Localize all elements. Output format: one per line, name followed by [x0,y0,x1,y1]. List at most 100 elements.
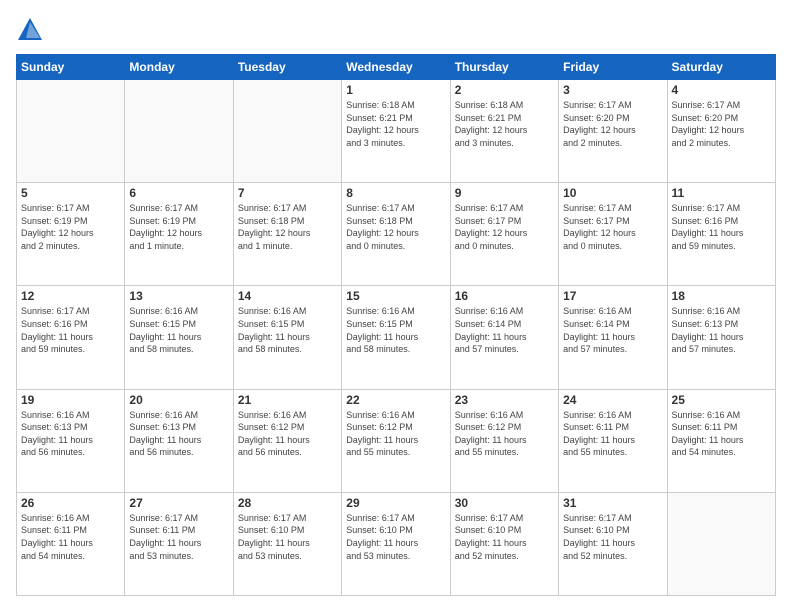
day-number: 26 [21,496,120,510]
calendar-cell: 6 Sunrise: 6:17 AM Sunset: 6:19 PM Daylig… [125,183,233,286]
day-info: Sunrise: 6:16 AM Sunset: 6:12 PM Dayligh… [238,409,337,459]
calendar-cell: 1 Sunrise: 6:18 AM Sunset: 6:21 PM Daylig… [342,80,450,183]
day-number: 6 [129,186,228,200]
day-number: 24 [563,393,662,407]
day-number: 14 [238,289,337,303]
day-number: 3 [563,83,662,97]
calendar-cell: 8Sunrise: 6:17 AM Sunset: 6:18 PM Daylig… [342,183,450,286]
calendar-cell: 29 Sunrise: 6:17 AM Sunset: 6:10 PM Dayli… [342,492,450,595]
calendar-cell: 26 Sunrise: 6:16 AM Sunset: 6:11 PM Dayli… [17,492,125,595]
calendar-cell [667,492,775,595]
day-number: 4 [672,83,771,97]
logo-icon [16,16,44,44]
day-number: 19 [21,393,120,407]
weekday-header-friday: Friday [559,55,667,80]
day-info: Sunrise: 6:16 AM Sunset: 6:13 PM Dayligh… [672,305,771,355]
day-number: 25 [672,393,771,407]
day-number: 27 [129,496,228,510]
day-info: Sunrise: 6:17 AM Sunset: 6:10 PM Dayligh… [346,512,445,562]
day-number: 5 [21,186,120,200]
calendar-cell [233,80,341,183]
calendar-cell [17,80,125,183]
calendar-cell: 10 Sunrise: 6:17 AM Sunset: 6:17 PM Dayli… [559,183,667,286]
calendar-cell: 9Sunrise: 6:17 AM Sunset: 6:17 PM Daylig… [450,183,558,286]
day-number: 22 [346,393,445,407]
weekday-header-saturday: Saturday [667,55,775,80]
calendar-cell: 24 Sunrise: 6:16 AM Sunset: 6:11 PM Dayli… [559,389,667,492]
day-info: Sunrise: 6:17 AM Sunset: 6:17 PM Dayligh… [563,202,662,252]
calendar-cell: 15 Sunrise: 6:16 AM Sunset: 6:15 PM Dayli… [342,286,450,389]
day-info: Sunrise: 6:16 AM Sunset: 6:15 PM Dayligh… [129,305,228,355]
day-info: Sunrise: 6:16 AM Sunset: 6:14 PM Dayligh… [455,305,554,355]
calendar-cell [125,80,233,183]
day-info: Sunrise: 6:16 AM Sunset: 6:15 PM Dayligh… [238,305,337,355]
day-info: Sunrise: 6:18 AM Sunset: 6:21 PM Dayligh… [346,99,445,149]
calendar-cell: 7Sunrise: 6:17 AM Sunset: 6:18 PM Daylig… [233,183,341,286]
calendar-cell: 20 Sunrise: 6:16 AM Sunset: 6:13 PM Dayli… [125,389,233,492]
day-info: Sunrise: 6:17 AM Sunset: 6:10 PM Dayligh… [455,512,554,562]
day-info: Sunrise: 6:16 AM Sunset: 6:14 PM Dayligh… [563,305,662,355]
calendar-cell: 4 Sunrise: 6:17 AM Sunset: 6:20 PM Daylig… [667,80,775,183]
calendar-cell: 22 Sunrise: 6:16 AM Sunset: 6:12 PM Dayli… [342,389,450,492]
week-row-2: 12 Sunrise: 6:17 AM Sunset: 6:16 PM Dayli… [17,286,776,389]
calendar: SundayMondayTuesdayWednesdayThursdayFrid… [16,54,776,596]
day-info: Sunrise: 6:17 AM Sunset: 6:10 PM Dayligh… [238,512,337,562]
day-info: Sunrise: 6:17 AM Sunset: 6:19 PM Dayligh… [129,202,228,252]
calendar-cell: 27 Sunrise: 6:17 AM Sunset: 6:11 PM Dayli… [125,492,233,595]
weekday-header-sunday: Sunday [17,55,125,80]
week-row-0: 1 Sunrise: 6:18 AM Sunset: 6:21 PM Daylig… [17,80,776,183]
day-number: 29 [346,496,445,510]
day-number: 18 [672,289,771,303]
weekday-header-thursday: Thursday [450,55,558,80]
day-info: Sunrise: 6:16 AM Sunset: 6:15 PM Dayligh… [346,305,445,355]
calendar-cell: 12 Sunrise: 6:17 AM Sunset: 6:16 PM Dayli… [17,286,125,389]
calendar-cell: 28 Sunrise: 6:17 AM Sunset: 6:10 PM Dayli… [233,492,341,595]
day-info: Sunrise: 6:17 AM Sunset: 6:18 PM Dayligh… [238,202,337,252]
day-number: 21 [238,393,337,407]
calendar-cell: 30 Sunrise: 6:17 AM Sunset: 6:10 PM Dayli… [450,492,558,595]
calendar-cell: 23 Sunrise: 6:16 AM Sunset: 6:12 PM Dayli… [450,389,558,492]
week-row-1: 5 Sunrise: 6:17 AM Sunset: 6:19 PM Daylig… [17,183,776,286]
day-info: Sunrise: 6:18 AM Sunset: 6:21 PM Dayligh… [455,99,554,149]
day-info: Sunrise: 6:16 AM Sunset: 6:11 PM Dayligh… [672,409,771,459]
day-number: 13 [129,289,228,303]
day-info: Sunrise: 6:16 AM Sunset: 6:13 PM Dayligh… [129,409,228,459]
week-row-3: 19 Sunrise: 6:16 AM Sunset: 6:13 PM Dayli… [17,389,776,492]
calendar-cell: 19Sunrise: 6:16 AM Sunset: 6:13 PM Dayli… [17,389,125,492]
weekday-header-monday: Monday [125,55,233,80]
header [16,16,776,44]
day-info: Sunrise: 6:17 AM Sunset: 6:20 PM Dayligh… [672,99,771,149]
day-number: 16 [455,289,554,303]
day-info: Sunrise: 6:17 AM Sunset: 6:17 PM Dayligh… [455,202,554,252]
calendar-cell: 25 Sunrise: 6:16 AM Sunset: 6:11 PM Dayli… [667,389,775,492]
day-number: 11 [672,186,771,200]
calendar-cell: 31 Sunrise: 6:17 AM Sunset: 6:10 PM Dayli… [559,492,667,595]
day-info: Sunrise: 6:16 AM Sunset: 6:11 PM Dayligh… [21,512,120,562]
logo [16,16,48,44]
day-number: 28 [238,496,337,510]
day-number: 8 [346,186,445,200]
day-info: Sunrise: 6:17 AM Sunset: 6:20 PM Dayligh… [563,99,662,149]
day-number: 15 [346,289,445,303]
weekday-header-tuesday: Tuesday [233,55,341,80]
day-info: Sunrise: 6:17 AM Sunset: 6:10 PM Dayligh… [563,512,662,562]
day-number: 2 [455,83,554,97]
weekday-header-row: SundayMondayTuesdayWednesdayThursdayFrid… [17,55,776,80]
day-number: 12 [21,289,120,303]
day-number: 23 [455,393,554,407]
day-info: Sunrise: 6:16 AM Sunset: 6:11 PM Dayligh… [563,409,662,459]
day-number: 20 [129,393,228,407]
day-info: Sunrise: 6:17 AM Sunset: 6:19 PM Dayligh… [21,202,120,252]
day-number: 31 [563,496,662,510]
day-info: Sunrise: 6:16 AM Sunset: 6:12 PM Dayligh… [346,409,445,459]
calendar-cell: 18 Sunrise: 6:16 AM Sunset: 6:13 PM Dayli… [667,286,775,389]
calendar-cell: 11Sunrise: 6:17 AM Sunset: 6:16 PM Dayli… [667,183,775,286]
day-number: 1 [346,83,445,97]
page: SundayMondayTuesdayWednesdayThursdayFrid… [0,0,792,612]
day-info: Sunrise: 6:16 AM Sunset: 6:12 PM Dayligh… [455,409,554,459]
calendar-cell: 13 Sunrise: 6:16 AM Sunset: 6:15 PM Dayli… [125,286,233,389]
day-number: 10 [563,186,662,200]
day-info: Sunrise: 6:17 AM Sunset: 6:16 PM Dayligh… [21,305,120,355]
day-number: 30 [455,496,554,510]
day-info: Sunrise: 6:17 AM Sunset: 6:11 PM Dayligh… [129,512,228,562]
